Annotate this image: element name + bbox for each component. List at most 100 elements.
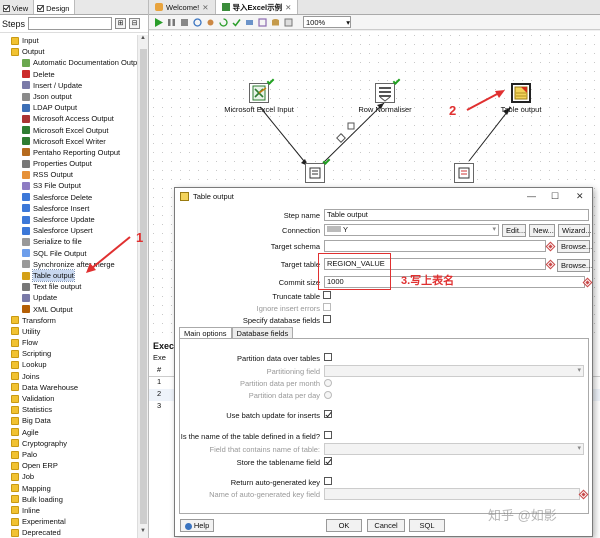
zoom-select[interactable]: 100% ▾ xyxy=(303,16,351,28)
tree-category[interactable]: Flow xyxy=(0,337,137,348)
browse-table-button[interactable]: Browse... xyxy=(557,259,592,272)
store-tablename-checkbox[interactable] xyxy=(324,457,332,465)
tree-step[interactable]: Properties Output xyxy=(0,158,137,169)
key-field-input[interactable] xyxy=(324,488,580,500)
return-key-checkbox[interactable] xyxy=(324,477,332,485)
tree-step[interactable]: Automatic Documentation Output xyxy=(0,57,137,68)
pause-icon[interactable] xyxy=(167,18,176,27)
tree-step[interactable]: Update xyxy=(0,292,137,303)
tree-step[interactable]: Table output xyxy=(0,268,137,283)
tree-step[interactable]: Salesforce Insert xyxy=(0,203,137,214)
tree-category[interactable]: Palo xyxy=(0,449,137,460)
explore-db-icon[interactable] xyxy=(271,18,280,27)
wizard-button[interactable]: Wizard... xyxy=(558,224,592,237)
tree-step[interactable]: Serialize to file xyxy=(0,236,137,247)
truncate-table-checkbox[interactable] xyxy=(323,291,331,299)
verify-icon[interactable] xyxy=(232,18,241,27)
name-in-field-checkbox[interactable] xyxy=(324,431,332,439)
collapse-all-button[interactable]: ⊟ xyxy=(129,18,141,29)
tree-category[interactable]: Inline xyxy=(0,505,137,516)
target-schema-field[interactable] xyxy=(324,240,546,252)
tree-step[interactable]: Json output xyxy=(0,91,137,102)
new-connection-button[interactable]: New... xyxy=(529,224,555,237)
tab-transformation[interactable]: 导入Excel示例 ✕ xyxy=(215,0,299,14)
tab-view[interactable]: View xyxy=(0,0,35,14)
tree-category[interactable]: Open ERP xyxy=(0,460,137,471)
tree-step[interactable]: Microsoft Excel Output xyxy=(0,125,137,136)
scroll-down-icon[interactable]: ▼ xyxy=(138,528,148,538)
sql-icon[interactable] xyxy=(258,17,267,27)
tree-category[interactable]: Scripting xyxy=(0,348,137,359)
connection-select[interactable]: Y ▾ xyxy=(324,224,499,236)
tree-step[interactable]: Salesforce Upsert xyxy=(0,225,137,236)
tree-category[interactable]: Statistics xyxy=(0,404,137,415)
partitioning-field-select[interactable]: ▾ xyxy=(324,365,584,377)
tab-welcome[interactable]: Welcome! ✕ xyxy=(149,0,216,14)
tree-step[interactable]: SQL File Output xyxy=(0,248,137,259)
tree-category[interactable]: Job xyxy=(0,471,137,482)
tree-category[interactable]: Transform xyxy=(0,315,137,326)
tree-category[interactable]: Input xyxy=(0,35,137,46)
tree-item-label: Mapping xyxy=(22,483,51,493)
tree-step[interactable]: Text file output xyxy=(0,281,137,292)
tree-category[interactable]: Joins xyxy=(0,371,137,382)
run-icon[interactable] xyxy=(154,17,163,27)
batch-update-checkbox[interactable] xyxy=(324,410,332,418)
tree-category[interactable]: Mapping xyxy=(0,483,137,494)
cancel-button[interactable]: Cancel xyxy=(367,519,405,532)
tree-step[interactable]: S3 File Output xyxy=(0,180,137,191)
tree-category[interactable]: Output xyxy=(0,46,137,57)
tree-category[interactable]: Utility xyxy=(0,326,137,337)
specify-fields-checkbox[interactable] xyxy=(323,315,331,323)
tree-category[interactable]: Big Data xyxy=(0,415,137,426)
scroll-up-icon[interactable]: ▲ xyxy=(138,35,148,45)
expand-all-button[interactable]: ⊞ xyxy=(115,18,127,29)
canvas-toolbar: 100% ▾ xyxy=(149,15,600,30)
minimize-icon[interactable]: — xyxy=(527,191,536,201)
table-name-field-select[interactable]: ▾ xyxy=(324,443,584,455)
tree-step[interactable]: RSS Output xyxy=(0,169,137,180)
replay-icon[interactable] xyxy=(219,17,228,27)
tree-step[interactable]: Insert / Update xyxy=(0,80,137,91)
steps-search-input[interactable] xyxy=(28,17,113,30)
tree-step[interactable]: Pentaho Reporting Output xyxy=(0,147,137,158)
impact-icon[interactable] xyxy=(245,18,254,27)
help-button[interactable]: Help xyxy=(180,519,214,532)
preview-icon[interactable] xyxy=(193,17,202,27)
sql-button[interactable]: SQL xyxy=(409,519,445,532)
stop-icon[interactable] xyxy=(180,18,189,27)
tree-step[interactable]: Synchronize after merge xyxy=(0,259,137,270)
tree-step[interactable]: Microsoft Access Output xyxy=(0,113,137,124)
per-month-radio[interactable] xyxy=(324,379,332,387)
tree-category[interactable]: Deprecated xyxy=(0,527,137,538)
tree-step[interactable]: Delete xyxy=(0,69,137,80)
maximize-icon[interactable]: ☐ xyxy=(551,191,559,202)
close-icon[interactable]: ✕ xyxy=(285,3,291,12)
debug-icon[interactable] xyxy=(206,18,215,27)
tree-step[interactable]: Salesforce Update xyxy=(0,214,137,225)
tree-category[interactable]: Bulk loading xyxy=(0,494,137,505)
tree-category[interactable]: Lookup xyxy=(0,359,137,370)
per-day-radio[interactable] xyxy=(324,391,332,399)
close-icon[interactable]: ✕ xyxy=(576,191,584,202)
tree-step[interactable]: Microsoft Excel Writer xyxy=(0,136,137,147)
ok-button[interactable]: OK xyxy=(326,519,362,532)
tab-design[interactable]: Design xyxy=(34,0,76,14)
ignore-errors-checkbox[interactable] xyxy=(323,303,331,311)
tree-category[interactable]: Validation xyxy=(0,393,137,404)
show-results-icon[interactable] xyxy=(284,18,293,27)
tree-category[interactable]: Data Warehouse xyxy=(0,382,137,393)
edit-connection-button[interactable]: Edit... xyxy=(502,224,526,237)
tree-step[interactable]: Salesforce Delete xyxy=(0,192,137,203)
browse-schema-button[interactable]: Browse... xyxy=(557,240,592,253)
close-icon[interactable]: ✕ xyxy=(202,3,208,12)
step-name-field[interactable]: Table output xyxy=(324,209,589,221)
tree-category[interactable]: Experimental xyxy=(0,516,137,527)
tree-step[interactable]: XML Output xyxy=(0,304,137,315)
scroll-thumb[interactable] xyxy=(140,49,147,524)
partition-checkbox[interactable] xyxy=(324,353,332,361)
tree-category[interactable]: Cryptography xyxy=(0,438,137,449)
tree-category[interactable]: Agile xyxy=(0,427,137,438)
tree-step[interactable]: LDAP Output xyxy=(0,102,137,113)
steps-scrollbar[interactable]: ▲ ▼ xyxy=(137,35,148,538)
